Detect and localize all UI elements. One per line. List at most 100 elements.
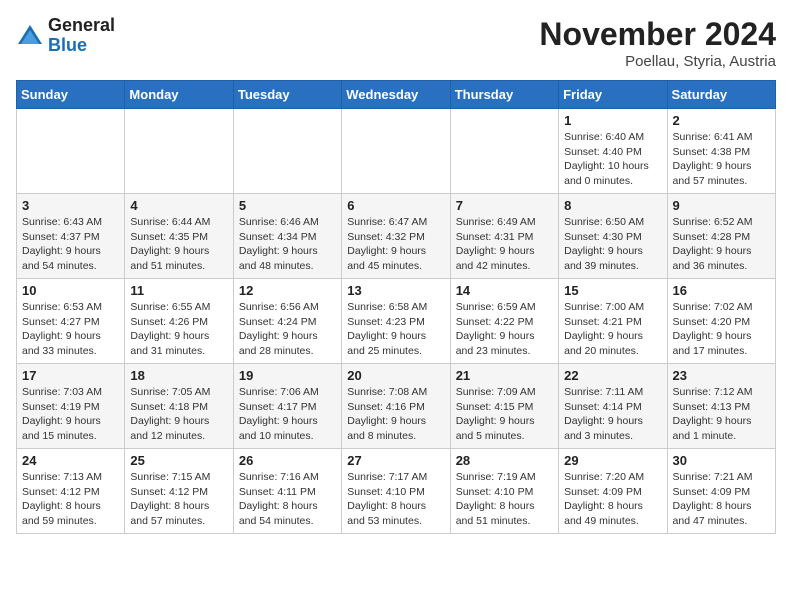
day-number: 23: [673, 368, 770, 383]
calendar-cell: 24 Sunrise: 7:13 AM Sunset: 4:12 PM Dayli…: [17, 449, 125, 534]
day-info: Sunrise: 6:47 AM Sunset: 4:32 PM Dayligh…: [347, 215, 444, 274]
day-info: Sunrise: 6:53 AM Sunset: 4:27 PM Dayligh…: [22, 300, 119, 359]
calendar-cell: 14Sunrise: 6:59 AM Sunset: 4:22 PM Dayli…: [450, 279, 558, 364]
logo-general: General: [48, 15, 115, 35]
day-number: 21: [456, 368, 553, 383]
day-info: Sunrise: 6:43 AM Sunset: 4:37 PM Dayligh…: [22, 215, 119, 274]
day-info: Sunrise: 7:16 AM Sunset: 4:11 PM Dayligh…: [239, 470, 336, 529]
day-info: Sunrise: 7:17 AM Sunset: 4:10 PM Dayligh…: [347, 470, 444, 529]
calendar-cell: 23 Sunrise: 7:12 AM Sunset: 4:13 PM Dayli…: [667, 364, 775, 449]
day-info: Sunrise: 7:20 AM Sunset: 4:09 PM Dayligh…: [564, 470, 661, 529]
day-info: Sunrise: 6:46 AM Sunset: 4:34 PM Dayligh…: [239, 215, 336, 274]
calendar-cell: [450, 109, 558, 194]
day-number: 9: [673, 198, 770, 213]
weekday-header-row: SundayMondayTuesdayWednesdayThursdayFrid…: [17, 81, 776, 109]
calendar-cell: 11 Sunrise: 6:55 AM Sunset: 4:26 PM Dayli…: [125, 279, 233, 364]
calendar-cell: 26 Sunrise: 7:16 AM Sunset: 4:11 PM Dayli…: [233, 449, 341, 534]
calendar-week-row: 3 Sunrise: 6:43 AM Sunset: 4:37 PM Daylig…: [17, 194, 776, 279]
calendar-cell: 7 Sunrise: 6:49 AM Sunset: 4:31 PM Daylig…: [450, 194, 558, 279]
day-number: 24: [22, 453, 119, 468]
day-info: Sunrise: 7:09 AM Sunset: 4:15 PM Dayligh…: [456, 385, 553, 444]
day-info: Sunrise: 7:02 AM Sunset: 4:20 PM Dayligh…: [673, 300, 770, 359]
calendar-week-row: 10 Sunrise: 6:53 AM Sunset: 4:27 PM Dayli…: [17, 279, 776, 364]
calendar-cell: 16 Sunrise: 7:02 AM Sunset: 4:20 PM Dayli…: [667, 279, 775, 364]
day-number: 22: [564, 368, 661, 383]
day-info: Sunrise: 7:08 AM Sunset: 4:16 PM Dayligh…: [347, 385, 444, 444]
weekday-header: Thursday: [450, 81, 558, 109]
weekday-header: Monday: [125, 81, 233, 109]
calendar-cell: 8 Sunrise: 6:50 AM Sunset: 4:30 PM Daylig…: [559, 194, 667, 279]
calendar-cell: 18Sunrise: 7:05 AM Sunset: 4:18 PM Dayli…: [125, 364, 233, 449]
logo-icon: [16, 22, 44, 50]
day-info: Sunrise: 6:58 AM Sunset: 4:23 PM Dayligh…: [347, 300, 444, 359]
calendar-cell: [125, 109, 233, 194]
calendar-cell: 2Sunrise: 6:41 AM Sunset: 4:38 PM Daylig…: [667, 109, 775, 194]
calendar-cell: 20 Sunrise: 7:08 AM Sunset: 4:16 PM Dayli…: [342, 364, 450, 449]
calendar-week-row: 17Sunrise: 7:03 AM Sunset: 4:19 PM Dayli…: [17, 364, 776, 449]
day-info: Sunrise: 7:03 AM Sunset: 4:19 PM Dayligh…: [22, 385, 119, 444]
weekday-header: Friday: [559, 81, 667, 109]
day-number: 18: [130, 368, 227, 383]
day-number: 5: [239, 198, 336, 213]
calendar-cell: 12Sunrise: 6:56 AM Sunset: 4:24 PM Dayli…: [233, 279, 341, 364]
day-number: 26: [239, 453, 336, 468]
calendar-table: SundayMondayTuesdayWednesdayThursdayFrid…: [16, 80, 776, 534]
day-number: 7: [456, 198, 553, 213]
day-number: 10: [22, 283, 119, 298]
day-number: 15: [564, 283, 661, 298]
calendar-cell: 15Sunrise: 7:00 AM Sunset: 4:21 PM Dayli…: [559, 279, 667, 364]
day-number: 28: [456, 453, 553, 468]
logo: General Blue: [16, 16, 115, 56]
logo-blue: Blue: [48, 35, 87, 55]
calendar-cell: [17, 109, 125, 194]
day-number: 4: [130, 198, 227, 213]
weekday-header: Saturday: [667, 81, 775, 109]
day-number: 30: [673, 453, 770, 468]
day-number: 6: [347, 198, 444, 213]
location-subtitle: Poellau, Styria, Austria: [539, 53, 776, 70]
calendar-cell: 22 Sunrise: 7:11 AM Sunset: 4:14 PM Dayli…: [559, 364, 667, 449]
calendar-cell: 28Sunrise: 7:19 AM Sunset: 4:10 PM Dayli…: [450, 449, 558, 534]
day-info: Sunrise: 6:55 AM Sunset: 4:26 PM Dayligh…: [130, 300, 227, 359]
day-number: 3: [22, 198, 119, 213]
day-info: Sunrise: 6:52 AM Sunset: 4:28 PM Dayligh…: [673, 215, 770, 274]
calendar-cell: [233, 109, 341, 194]
calendar-cell: 25Sunrise: 7:15 AM Sunset: 4:12 PM Dayli…: [125, 449, 233, 534]
calendar-cell: 9 Sunrise: 6:52 AM Sunset: 4:28 PM Daylig…: [667, 194, 775, 279]
day-number: 25: [130, 453, 227, 468]
calendar-cell: 21 Sunrise: 7:09 AM Sunset: 4:15 PM Dayli…: [450, 364, 558, 449]
day-number: 16: [673, 283, 770, 298]
day-number: 11: [130, 283, 227, 298]
calendar-cell: 13 Sunrise: 6:58 AM Sunset: 4:23 PM Dayli…: [342, 279, 450, 364]
calendar-cell: 29Sunrise: 7:20 AM Sunset: 4:09 PM Dayli…: [559, 449, 667, 534]
day-info: Sunrise: 6:40 AM Sunset: 4:40 PM Dayligh…: [564, 130, 661, 189]
day-number: 12: [239, 283, 336, 298]
calendar-cell: 10 Sunrise: 6:53 AM Sunset: 4:27 PM Dayli…: [17, 279, 125, 364]
day-info: Sunrise: 6:50 AM Sunset: 4:30 PM Dayligh…: [564, 215, 661, 274]
calendar-cell: 5 Sunrise: 6:46 AM Sunset: 4:34 PM Daylig…: [233, 194, 341, 279]
day-info: Sunrise: 6:49 AM Sunset: 4:31 PM Dayligh…: [456, 215, 553, 274]
day-number: 13: [347, 283, 444, 298]
weekday-header: Wednesday: [342, 81, 450, 109]
day-info: Sunrise: 7:13 AM Sunset: 4:12 PM Dayligh…: [22, 470, 119, 529]
title-area: November 2024 Poellau, Styria, Austria: [539, 16, 776, 70]
day-info: Sunrise: 6:44 AM Sunset: 4:35 PM Dayligh…: [130, 215, 227, 274]
calendar-cell: 19 Sunrise: 7:06 AM Sunset: 4:17 PM Dayli…: [233, 364, 341, 449]
day-number: 8: [564, 198, 661, 213]
calendar-cell: 1 Sunrise: 6:40 AM Sunset: 4:40 PM Daylig…: [559, 109, 667, 194]
day-number: 27: [347, 453, 444, 468]
day-number: 20: [347, 368, 444, 383]
weekday-header: Tuesday: [233, 81, 341, 109]
day-info: Sunrise: 7:11 AM Sunset: 4:14 PM Dayligh…: [564, 385, 661, 444]
calendar-week-row: 24 Sunrise: 7:13 AM Sunset: 4:12 PM Dayli…: [17, 449, 776, 534]
calendar-cell: 6 Sunrise: 6:47 AM Sunset: 4:32 PM Daylig…: [342, 194, 450, 279]
day-info: Sunrise: 7:21 AM Sunset: 4:09 PM Dayligh…: [673, 470, 770, 529]
day-info: Sunrise: 7:12 AM Sunset: 4:13 PM Dayligh…: [673, 385, 770, 444]
day-info: Sunrise: 7:06 AM Sunset: 4:17 PM Dayligh…: [239, 385, 336, 444]
calendar-week-row: 1 Sunrise: 6:40 AM Sunset: 4:40 PM Daylig…: [17, 109, 776, 194]
day-info: Sunrise: 6:59 AM Sunset: 4:22 PM Dayligh…: [456, 300, 553, 359]
day-number: 19: [239, 368, 336, 383]
calendar-cell: [342, 109, 450, 194]
day-number: 1: [564, 113, 661, 128]
weekday-header: Sunday: [17, 81, 125, 109]
